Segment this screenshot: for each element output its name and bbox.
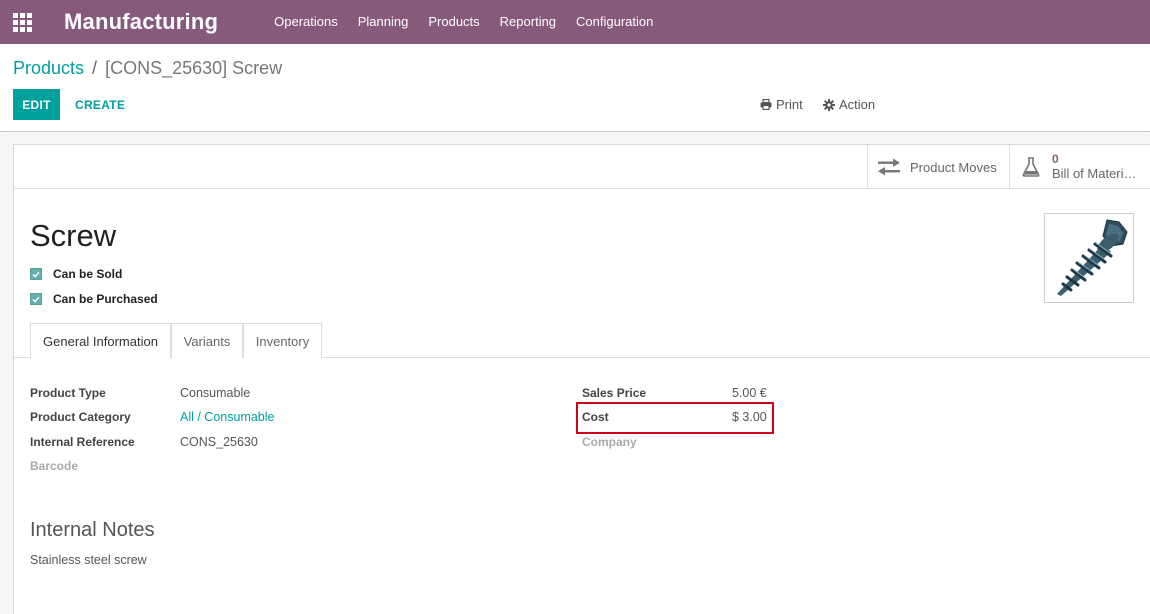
gear-icon: [823, 98, 835, 111]
flask-icon: [1022, 157, 1040, 177]
bom-label: Bill of Materi…: [1052, 165, 1137, 181]
product-type-label: Product Type: [30, 386, 106, 400]
top-navbar: Manufacturing Operations Planning Produc…: [0, 0, 1150, 44]
screw-image: [1057, 219, 1128, 296]
sales-price-label: Sales Price: [582, 386, 647, 400]
exchange-icon: [878, 158, 900, 176]
product-type-value[interactable]: Consumable: [180, 386, 250, 400]
breadcrumb-current: [CONS_25630] Screw: [105, 58, 283, 78]
can-be-purchased-checkbox[interactable]: [30, 293, 42, 305]
notebook-tabs: General Information Variants Inventory: [14, 323, 1150, 359]
edit-button[interactable]: EDIT: [13, 89, 60, 120]
tab-inventory[interactable]: Inventory: [243, 323, 322, 358]
print-label: Print: [776, 97, 803, 112]
menu-operations[interactable]: Operations: [264, 0, 348, 44]
cost-label: Cost: [582, 410, 609, 424]
product-name: Screw: [30, 218, 117, 253]
internal-notes-text[interactable]: Stainless steel screw: [30, 553, 147, 567]
menu-configuration[interactable]: Configuration: [566, 0, 663, 44]
can-be-purchased-label: Can be Purchased: [53, 292, 158, 306]
app-title: Manufacturing: [64, 9, 219, 34]
bom-count: 0: [1052, 151, 1059, 166]
company-label: Company: [582, 435, 637, 449]
action-label: Action: [839, 97, 876, 112]
product-moves-label: Product Moves: [910, 159, 997, 175]
can-be-purchased-field: Can be Purchased: [30, 292, 158, 306]
breadcrumb: Products / [CONS_25630] Screw: [13, 58, 282, 79]
bill-of-materials-button[interactable]: 0 Bill of Materi…: [1009, 145, 1150, 189]
product-category-label: Product Category: [30, 410, 131, 424]
sales-price-value[interactable]: 5.00 €: [732, 386, 767, 400]
smart-button-box: Product Moves 0 Bill of Materi…: [14, 145, 1150, 189]
product-category-link[interactable]: All / Consumable: [180, 410, 275, 424]
internal-reference-label: Internal Reference: [30, 435, 135, 449]
can-be-sold-field: Can be Sold: [30, 267, 122, 281]
tab-variants[interactable]: Variants: [171, 323, 243, 358]
product-moves-button[interactable]: Product Moves: [867, 145, 1009, 189]
menu-reporting[interactable]: Reporting: [490, 0, 566, 44]
menu-products[interactable]: Products: [418, 0, 489, 44]
product-image[interactable]: [1044, 213, 1134, 303]
control-panel: Products / [CONS_25630] Screw EDIT CREAT…: [0, 44, 1150, 132]
breadcrumb-products-link[interactable]: Products: [13, 58, 84, 79]
internal-reference-value[interactable]: CONS_25630: [180, 435, 258, 449]
form-sheet: Product Moves 0 Bill of Materi… Screw Ca…: [13, 144, 1150, 614]
tab-general-information[interactable]: General Information: [30, 323, 171, 359]
can-be-sold-label: Can be Sold: [53, 267, 123, 281]
menu-planning[interactable]: Planning: [348, 0, 419, 44]
main-menu: Operations Planning Products Reporting C…: [264, 0, 663, 44]
breadcrumb-separator: /: [92, 58, 98, 78]
apps-menu-icon[interactable]: [0, 0, 44, 44]
can-be-sold-checkbox[interactable]: [30, 268, 42, 280]
action-button[interactable]: Action: [823, 89, 875, 120]
cost-value[interactable]: $ 3.00: [732, 410, 767, 424]
print-icon: [760, 99, 772, 110]
print-button[interactable]: Print: [760, 89, 803, 120]
internal-notes-title: Internal Notes: [30, 519, 155, 541]
create-button[interactable]: CREATE: [66, 89, 134, 120]
barcode-label: Barcode: [30, 459, 79, 473]
